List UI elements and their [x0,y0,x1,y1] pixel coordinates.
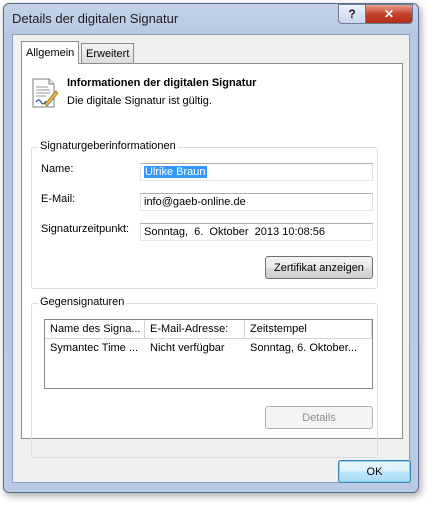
name-value: Ulrike Braun [144,166,207,178]
tab-panel-general: Informationen der digitalen Signatur Die… [21,63,403,458]
signing-time-field[interactable]: Sonntag, 6. Oktober 2013 10:08:56 [140,223,373,241]
cell-email: Nicht verfügbar [150,342,225,354]
cell-signer-name: Symantec Time ... [50,342,139,354]
help-button[interactable]: ? [338,4,366,24]
tab-allgemein[interactable]: Allgemein [21,41,80,64]
signer-group-label: Signaturgeberinformationen [38,140,178,152]
dialog-window: Details der digitalen Signatur ? ✕ Allge… [3,3,419,493]
view-certificate-button[interactable]: Zertifikat anzeigen [265,256,373,279]
name-label: Name: [41,163,74,175]
signature-status: Die digitale Signatur ist gültig. [67,95,212,107]
cell-timestamp: Sonntag, 6. Oktober... [250,342,358,354]
column-header-email[interactable]: E-Mail-Adresse: [145,320,245,339]
signature-document-icon [32,78,58,108]
email-label: E-Mail: [41,193,76,205]
details-button[interactable]: Details [265,406,373,429]
info-title: Informationen der digitalen Signatur [67,77,257,89]
column-header-timestamp[interactable]: Zeitstempel [245,320,372,339]
column-header-name[interactable]: Name des Signa... [45,320,145,339]
name-field[interactable]: Ulrike Braun [140,163,373,181]
tab-erweitert[interactable]: Erweitert [81,43,135,63]
signing-time-label: Signaturzeitpunkt: [41,223,130,235]
ok-button[interactable]: OK [338,460,411,483]
signer-info-group: Signaturgeberinformationen Name: Ulrike … [31,140,378,289]
countersignatures-list[interactable]: Name des Signa... E-Mail-Adresse: Zeitst… [44,319,373,389]
close-button[interactable]: ✕ [365,4,413,24]
countersignatures-group: Gegensignaturen Name des Signa... E-Mail… [31,296,378,458]
email-field[interactable]: info@gaeb-online.de [140,193,373,211]
dialog-client-area: Allgemein Erweitert Informationen der di… [12,34,411,483]
countersig-group-label: Gegensignaturen [38,296,127,308]
window-title: Details der digitalen Signatur [12,11,179,26]
